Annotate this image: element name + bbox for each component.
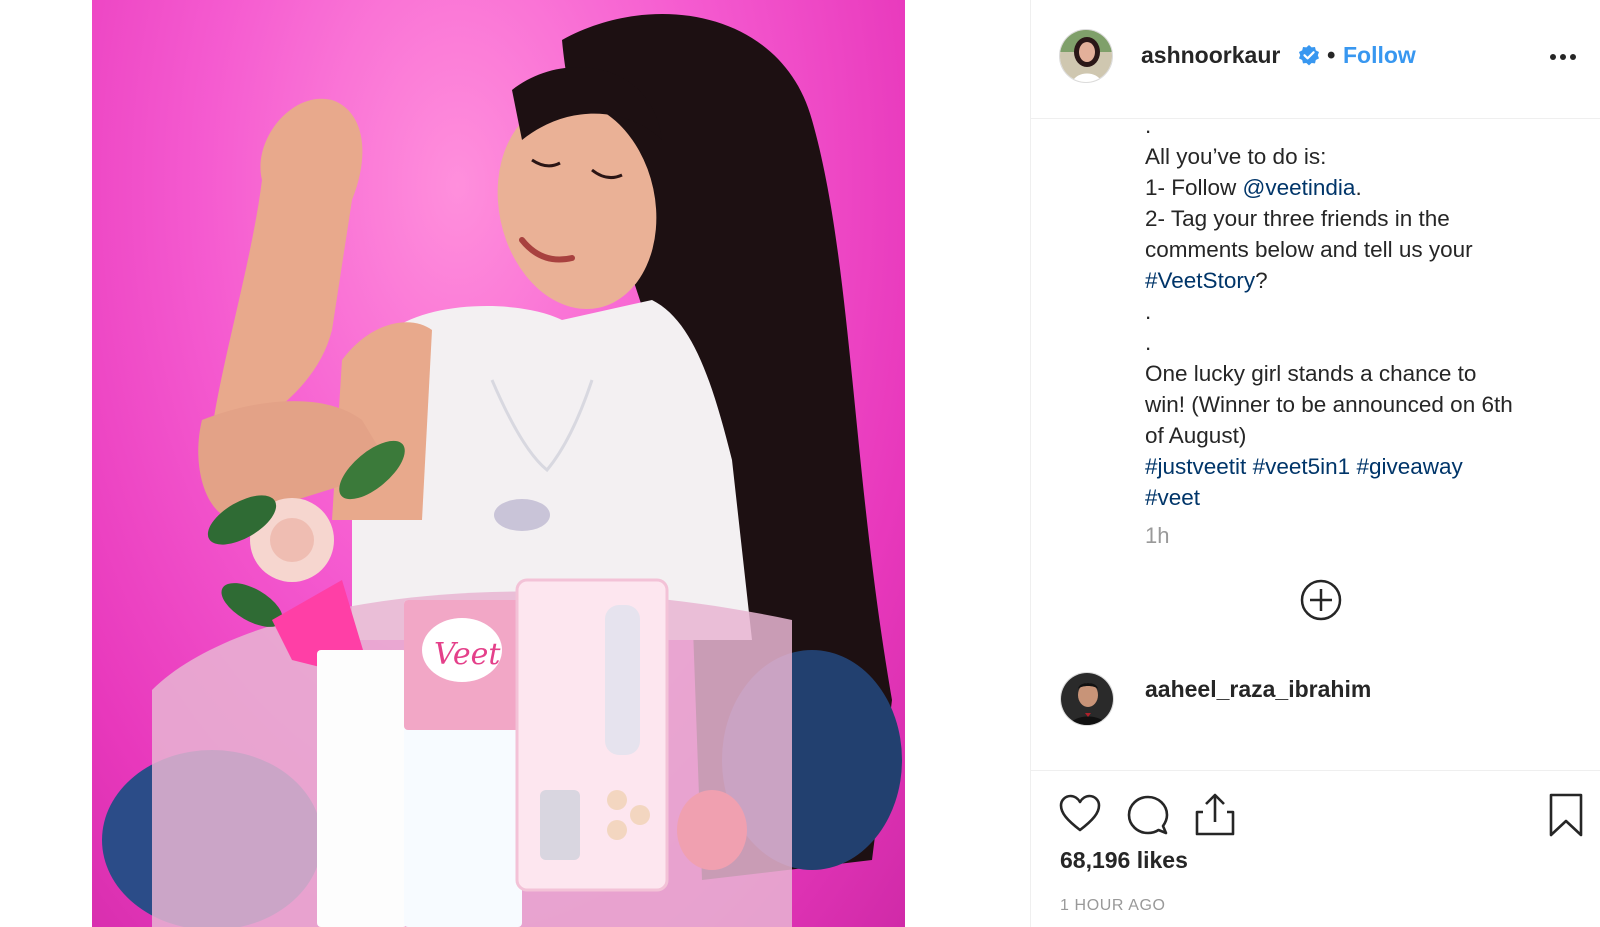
author-username[interactable]: ashnoorkaur [1141,42,1280,69]
caption-line: . [1145,113,1152,138]
follow-button[interactable]: Follow [1343,42,1416,69]
caption-line: of August) [1145,423,1247,448]
caption-line: All you’ve to do is: [1145,144,1327,169]
caption-line: comments below and tell us your [1145,237,1473,262]
hashtag-link[interactable]: #VeetStory [1145,268,1255,293]
caption-line: #veet [1145,482,1570,513]
hashtag-link[interactable]: #veet5in1 [1253,454,1351,479]
commenter-avatar[interactable] [1060,672,1114,726]
svg-text:Veet: Veet [434,637,501,672]
comment-icon[interactable] [1127,795,1169,837]
header-separator: • [1327,42,1336,69]
caption-line: 2- Tag your three friends in the [1145,206,1450,231]
caption-timestamp[interactable]: 1h [1145,523,1169,549]
share-icon[interactable] [1195,792,1235,836]
hashtag-link[interactable]: #giveaway [1356,454,1462,479]
post-timestamp[interactable]: 1 HOUR AGO [1060,897,1166,915]
verified-badge-icon [1299,45,1319,66]
caption-line: #justveetit #veet5in1 #giveaway [1145,451,1570,482]
author-avatar[interactable] [1059,29,1113,83]
caption-text: ? [1255,268,1268,293]
caption-text: . [1355,175,1362,200]
caption-text: 1- Follow [1145,175,1243,200]
caption-line: #VeetStory? [1145,265,1570,296]
caption-line: One lucky girl stands a chance to [1145,361,1477,386]
mention-link[interactable]: @veetindia [1243,175,1356,200]
actions-divider [1031,770,1600,771]
commenter-username[interactable]: aaheel_raza_ibrahim [1145,676,1371,703]
more-options-icon[interactable] [1550,54,1578,62]
caption-line: . [1145,299,1152,324]
post-photo-illustration: Veet [102,14,902,927]
caption-line: . [1145,330,1152,355]
post-caption: . All you’ve to do is: 1- Follow @veetin… [1145,110,1570,513]
hashtag-link[interactable]: #justveetit [1145,454,1246,479]
heart-icon[interactable] [1059,794,1101,834]
panel-divider [1030,0,1031,927]
bookmark-icon[interactable] [1549,793,1583,837]
post-header: ashnoorkaur • Follow [1031,0,1600,119]
plus-circle-icon[interactable] [1299,578,1343,622]
likes-count[interactable]: 68,196 likes [1060,847,1188,874]
caption-line: 1- Follow @veetindia. [1145,172,1570,203]
caption-line: win! (Winner to be announced on 6th [1145,392,1513,417]
hashtag-link[interactable]: #veet [1145,485,1200,510]
post-photo[interactable]: Veet [92,0,905,927]
